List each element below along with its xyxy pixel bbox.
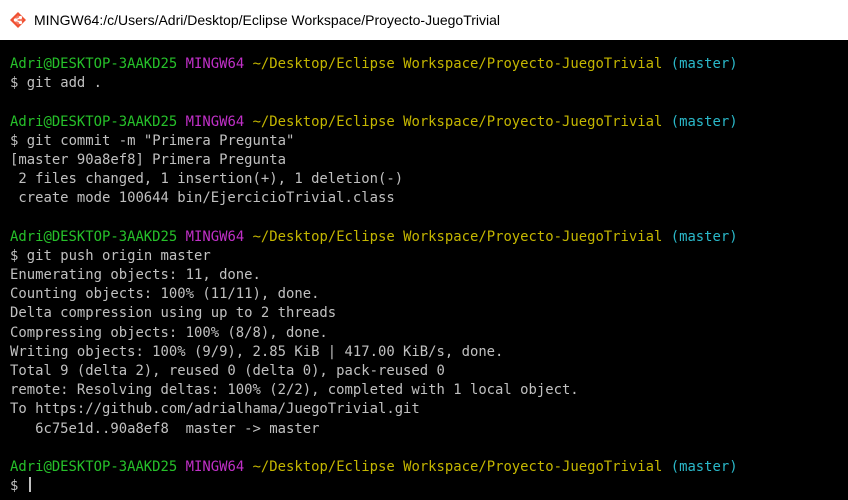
prompt-shell: MINGW64 — [185, 56, 245, 72]
prompt-branch: (master) — [670, 56, 738, 72]
output-text: Writing objects: 100% (9/9), 2.85 KiB | … — [10, 343, 504, 360]
terminal-output[interactable]: Adri@DESKTOP-3AAKD25 MINGW64 ~/Desktop/E… — [0, 40, 848, 500]
command-text: git push origin master — [26, 247, 211, 264]
prompt-path: ~/Desktop/Eclipse Workspace/Proyecto-Jue… — [252, 228, 663, 245]
output-line: Total 9 (delta 2), reused 0 (delta 0), p… — [10, 362, 848, 381]
command-line: $ git push origin master — [10, 247, 848, 266]
output-line: Writing objects: 100% (9/9), 2.85 KiB | … — [10, 343, 848, 362]
command-text: git commit -m "Primera Pregunta" — [26, 132, 295, 149]
prompt-symbol: $ — [10, 75, 19, 92]
output-line: 2 files changed, 1 insertion(+), 1 delet… — [10, 170, 848, 189]
output-line: Enumerating objects: 11, done. — [10, 266, 848, 285]
git-bash-icon — [10, 12, 26, 28]
output-line: Delta compression using up to 2 threads — [10, 304, 848, 323]
prompt-shell: MINGW64 — [185, 458, 245, 475]
output-text: 6c75e1d..90a8ef8 master -> master — [10, 420, 320, 437]
window-title: MINGW64:/c/Users/Adri/Desktop/Eclipse Wo… — [34, 12, 501, 28]
output-line: Counting objects: 100% (11/11), done. — [10, 285, 848, 304]
prompt-path: ~/Desktop/Eclipse Workspace/Proyecto-Jue… — [252, 458, 663, 475]
prompt-symbol: $ — [10, 478, 19, 495]
output-line: 6c75e1d..90a8ef8 master -> master — [10, 420, 848, 439]
prompt-line: Adri@DESKTOP-3AAKD25 MINGW64 ~/Desktop/E… — [10, 113, 848, 132]
output-line: remote: Resolving deltas: 100% (2/2), co… — [10, 381, 848, 400]
prompt-shell: MINGW64 — [185, 228, 245, 245]
prompt-user-host: Adri@DESKTOP-3AAKD25 — [10, 228, 178, 245]
prompt-user-host: Adri@DESKTOP-3AAKD25 — [10, 113, 178, 130]
output-text: Compressing objects: 100% (8/8), done. — [10, 324, 328, 341]
output-text: To https://github.com/adrialhama/JuegoTr… — [10, 401, 420, 418]
prompt-path: ~/Desktop/Eclipse Workspace/Proyecto-Jue… — [252, 113, 663, 130]
output-text: create mode 100644 bin/EjercicioTrivial.… — [10, 190, 395, 207]
output-line: create mode 100644 bin/EjercicioTrivial.… — [10, 189, 848, 208]
prompt-branch: (master) — [670, 113, 738, 130]
output-line: [master 90a8ef8] Primera Pregunta — [10, 151, 848, 170]
command-line: $ git add . — [10, 74, 848, 93]
output-text: remote: Resolving deltas: 100% (2/2), co… — [10, 382, 579, 399]
terminal-window: MINGW64:/c/Users/Adri/Desktop/Eclipse Wo… — [0, 0, 848, 500]
title-bar[interactable]: MINGW64:/c/Users/Adri/Desktop/Eclipse Wo… — [0, 0, 848, 40]
output-text: 2 files changed, 1 insertion(+), 1 delet… — [10, 171, 404, 188]
prompt-symbol: $ — [10, 247, 19, 264]
output-text: Counting objects: 100% (11/11), done. — [10, 286, 320, 303]
prompt-shell: MINGW64 — [185, 113, 245, 130]
prompt-symbol: $ — [10, 132, 19, 149]
prompt-branch: (master) — [670, 228, 738, 245]
prompt-path: ~/Desktop/Eclipse Workspace/Proyecto-Jue… — [252, 56, 663, 72]
prompt-line: Adri@DESKTOP-3AAKD25 MINGW64 ~/Desktop/E… — [10, 55, 848, 74]
prompt-user-host: Adri@DESKTOP-3AAKD25 — [10, 458, 178, 475]
prompt-user-host: Adri@DESKTOP-3AAKD25 — [10, 56, 178, 72]
command-line: $ — [10, 477, 848, 496]
output-text: Delta compression using up to 2 threads — [10, 305, 337, 322]
output-text: Enumerating objects: 11, done. — [10, 267, 261, 284]
output-text: Total 9 (delta 2), reused 0 (delta 0), p… — [10, 363, 445, 379]
command-text: git add . — [26, 75, 103, 92]
prompt-line: Adri@DESKTOP-3AAKD25 MINGW64 ~/Desktop/E… — [10, 228, 848, 247]
text-cursor — [28, 477, 31, 493]
command-line: $ git commit -m "Primera Pregunta" — [10, 132, 848, 151]
output-line: Compressing objects: 100% (8/8), done. — [10, 324, 848, 343]
prompt-branch: (master) — [670, 458, 738, 475]
prompt-line: Adri@DESKTOP-3AAKD25 MINGW64 ~/Desktop/E… — [10, 458, 848, 477]
output-line: To https://github.com/adrialhama/JuegoTr… — [10, 400, 848, 419]
output-text: [master 90a8ef8] Primera Pregunta — [10, 151, 286, 168]
